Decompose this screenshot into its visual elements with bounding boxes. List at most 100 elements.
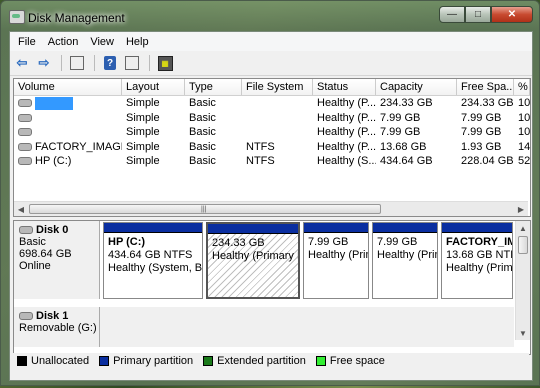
- volume-icon: [18, 157, 32, 166]
- column-free-space[interactable]: Free Spa...: [457, 79, 514, 95]
- menu-bar: File Action View Help: [10, 32, 532, 51]
- disk-state: Online: [19, 260, 51, 272]
- file-system-cell: [242, 125, 313, 140]
- window-title: Disk Management: [28, 11, 125, 25]
- type-cell: Basic: [189, 126, 216, 138]
- legend-item-unallocated: Unallocated: [17, 355, 89, 367]
- partition-size: 7.99 GB: [308, 236, 349, 248]
- free-space-cell: 7.99 GB: [461, 126, 502, 138]
- help-button[interactable]: ?: [100, 54, 120, 72]
- scroll-right-arrow-icon[interactable]: ▶: [514, 202, 528, 216]
- partition-status: Healthy (Prin: [308, 249, 369, 261]
- console-tree-icon: [70, 56, 84, 70]
- file-system-cell: NTFS: [246, 140, 275, 153]
- disk-name: Disk 0: [19, 224, 99, 236]
- volume-cell: [14, 125, 122, 140]
- horizontal-scrollbar[interactable]: ◀ ||| ▶: [14, 201, 528, 216]
- title-bar[interactable]: Disk Management — □ ✕: [1, 1, 539, 31]
- horizontal-scroll-thumb[interactable]: |||: [29, 204, 381, 214]
- menu-file[interactable]: File: [12, 36, 42, 48]
- status-cell: Healthy (P...: [317, 140, 376, 153]
- partition-details: HP (C:) 434.64 GB NTFS Healthy (System, …: [104, 233, 202, 275]
- disk-management-app-icon: [9, 10, 25, 24]
- scroll-left-arrow-icon[interactable]: ◀: [14, 202, 28, 216]
- properties-icon: ▦: [157, 55, 173, 71]
- file-system-cell: [242, 96, 313, 111]
- view-button[interactable]: [122, 54, 142, 72]
- toolbar-separator: [94, 55, 95, 71]
- percent-free-cell: 52: [518, 155, 530, 167]
- properties-button[interactable]: ▦: [155, 54, 175, 72]
- legend: Unallocated Primary partition Extended p…: [13, 353, 529, 369]
- table-row[interactable]: Simple Basic Healthy (P... 234.33 GB 234…: [14, 96, 530, 111]
- capacity-cell: 234.33 GB: [380, 97, 433, 109]
- table-row[interactable]: HP (C:) Simple Basic NTFS Healthy (S... …: [14, 154, 530, 169]
- close-button[interactable]: ✕: [491, 6, 533, 23]
- type-cell: Basic: [189, 140, 216, 153]
- free-space-cell: 1.93 GB: [461, 140, 502, 153]
- scroll-down-arrow-icon[interactable]: ▼: [516, 326, 530, 340]
- menu-view[interactable]: View: [84, 36, 120, 48]
- percent-free-cell: 100: [518, 97, 530, 109]
- free-space-swatch: [315, 356, 326, 366]
- partition-factory-image[interactable]: FACTORY_IMA 13.68 GB NTFS Healthy (Prima: [441, 222, 513, 299]
- partition-status: Healthy (Primary P: [212, 250, 300, 262]
- partition-7gb-b[interactable]: 7.99 GB Healthy (Prin: [372, 222, 438, 299]
- scroll-up-arrow-icon[interactable]: ▲: [516, 221, 530, 235]
- capacity-cell: 7.99 GB: [380, 126, 421, 138]
- show-hide-console-tree-button[interactable]: [67, 54, 87, 72]
- toolbar-separator: [61, 55, 62, 71]
- disk-0-info[interactable]: Disk 0 Basic 698.64 GB Online: [14, 221, 100, 299]
- volume-name: HP (C:): [35, 155, 72, 168]
- table-row[interactable]: Simple Basic Healthy (P... 7.99 GB 7.99 …: [14, 125, 530, 140]
- disk-1-row[interactable]: Disk 1 Removable (G:): [14, 307, 514, 347]
- layout-cell: Simple: [126, 97, 160, 109]
- disk-icon: [19, 226, 33, 235]
- capacity-cell: 434.64 GB: [380, 155, 433, 167]
- partition-234gb-selected[interactable]: 234.33 GB Healthy (Primary P: [206, 222, 300, 299]
- volume-icon: [18, 113, 32, 122]
- column-type[interactable]: Type: [185, 79, 242, 95]
- primary-partition-bar: [104, 223, 202, 233]
- status-bar: [10, 370, 532, 380]
- partition-title: FACTORY_IMA: [446, 236, 512, 248]
- capacity-cell: 13.68 GB: [380, 140, 427, 153]
- vertical-scrollbar[interactable]: ▲ ▼: [515, 221, 530, 340]
- free-space-cell: 7.99 GB: [461, 111, 502, 124]
- back-arrow-icon: ⇦: [16, 55, 28, 70]
- column-layout[interactable]: Layout: [122, 79, 185, 95]
- column-volume[interactable]: Volume: [14, 79, 122, 95]
- layout-cell: Simple: [126, 155, 160, 167]
- partition-7gb-a[interactable]: 7.99 GB Healthy (Prin: [303, 222, 369, 299]
- menu-help[interactable]: Help: [120, 36, 155, 48]
- legend-label: Primary partition: [113, 355, 194, 367]
- disk-0-row[interactable]: Disk 0 Basic 698.64 GB Online HP (C:) 43…: [14, 221, 514, 299]
- column-file-system[interactable]: File System: [242, 79, 313, 95]
- help-icon: ?: [104, 56, 116, 70]
- status-cell: Healthy (P...: [317, 126, 376, 138]
- partition-hp-c[interactable]: HP (C:) 434.64 GB NTFS Healthy (System, …: [103, 222, 203, 299]
- client-area: File Action View Help ⇦ ⇨ ? ▦ Volume Lay…: [9, 31, 533, 381]
- disk-name: Disk 1: [19, 310, 99, 322]
- back-button[interactable]: ⇦: [12, 54, 32, 72]
- type-cell: Basic: [189, 97, 216, 109]
- free-space-cell: 234.33 GB: [461, 97, 514, 109]
- minimize-button[interactable]: —: [439, 6, 465, 23]
- column-capacity[interactable]: Capacity: [376, 79, 457, 95]
- partition-size: 7.99 GB: [377, 236, 418, 248]
- table-row[interactable]: Simple Basic Healthy (P... 7.99 GB 7.99 …: [14, 111, 530, 126]
- table-row[interactable]: FACTORY_IMAGE ... Simple Basic NTFS Heal…: [14, 140, 530, 155]
- type-cell: Basic: [189, 155, 216, 167]
- primary-partition-bar: [442, 223, 512, 233]
- vertical-scroll-thumb[interactable]: [518, 236, 528, 254]
- maximize-button[interactable]: □: [465, 6, 491, 23]
- disk-1-info[interactable]: Disk 1 Removable (G:): [14, 307, 100, 347]
- percent-free-cell: 14: [518, 140, 530, 153]
- column-percent-free[interactable]: % F: [514, 79, 530, 95]
- scroll-grip-icon: |||: [201, 206, 207, 213]
- partition-details: 7.99 GB Healthy (Prin: [304, 233, 368, 262]
- volume-name-selected: [35, 96, 73, 110]
- forward-button[interactable]: ⇨: [34, 54, 54, 72]
- column-status[interactable]: Status: [313, 79, 376, 95]
- menu-action[interactable]: Action: [42, 36, 85, 48]
